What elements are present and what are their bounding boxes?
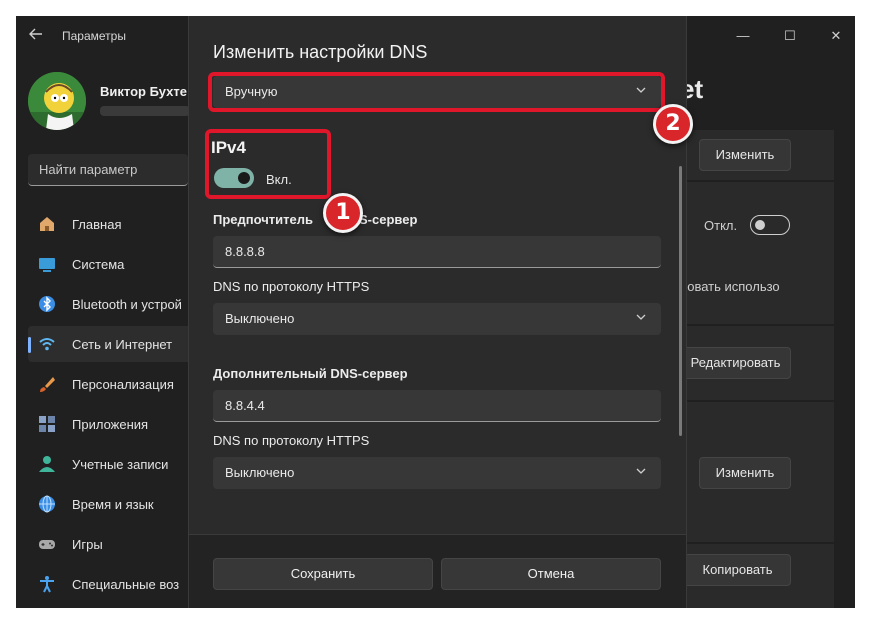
https-label-preferred: DNS по протоколу HTTPS [213,279,370,294]
edit-button[interactable]: Редактировать [680,347,791,379]
sidebar-item-gaming[interactable]: Игры [28,526,200,562]
mode-select-highlight-box [208,72,665,112]
preferred-dns-value: 8.8.8.8 [225,244,265,259]
sidebar-item-personalization[interactable]: Персонализация [28,366,200,402]
app-title: Параметры [62,29,126,43]
https-label-alternate: DNS по протоколу HTTPS [213,433,370,448]
chevron-down-icon [635,310,647,327]
step-badge-2: 2 [653,104,693,144]
sidebar-item-label: Bluetooth и устрой [72,297,182,312]
sidebar-item-accounts[interactable]: Учетные записи [28,446,200,482]
https-select-alternate[interactable]: Выключено [213,457,661,489]
user-name: Виктор Бухте [100,84,187,99]
maximize-button[interactable]: ☐ [775,24,805,48]
chevron-down-icon [635,464,647,481]
change-button[interactable]: Изменить [699,139,791,171]
background-description: ровать использо [680,279,780,294]
sidebar-item-system[interactable]: Система [28,246,200,282]
sidebar-item-label: Игры [72,537,103,552]
step-badge-1: 1 [323,193,363,233]
globe-icon [39,495,55,513]
user-email-redacted [100,106,190,116]
sidebar-item-accessibility[interactable]: Специальные воз [28,566,200,602]
alternate-dns-label: Дополнительный DNS-сервер [213,366,408,381]
accessibility-icon [40,576,54,593]
alternate-dns-value: 8.8.4.4 [225,398,265,413]
select-value: Выключено [225,465,295,480]
sidebar-item-bluetooth[interactable]: Bluetooth и устрой [28,286,200,322]
brush-icon [40,377,55,392]
copy-button[interactable]: Копировать [684,554,791,586]
sidebar-item-label: Персонализация [72,377,174,392]
sidebar-item-time-language[interactable]: Время и язык [28,486,200,522]
account-icon [39,456,55,472]
cancel-button[interactable]: Отмена [441,558,661,590]
dialog-footer: Сохранить Отмена [189,534,686,608]
https-select-preferred[interactable]: Выключено [213,303,661,335]
sidebar-item-apps[interactable]: Приложения [28,406,200,442]
sidebar-item-label: Главная [72,217,122,232]
sidebar-item-network[interactable]: Сеть и Интернет [28,326,200,362]
search-placeholder: Найти параметр [39,162,138,177]
dialog-scrollbar[interactable] [679,166,682,436]
preferred-dns-label: Предпочтитель S-сервер [213,212,417,227]
ipv4-highlight-box [205,129,331,199]
bluetooth-icon [39,296,55,312]
search-input[interactable]: Найти параметр [28,154,188,186]
system-icon [39,258,55,272]
sidebar-item-label: Система [72,257,125,272]
sidebar-nav: Главная Система Bluetooth и устрой Сеть … [28,206,200,606]
sidebar-item-label: Время и язык [72,497,154,512]
toggle-state-label: Откл. [704,218,738,233]
close-button[interactable]: ✕ [821,24,851,48]
gamepad-icon [39,540,55,549]
preferred-dns-input[interactable]: 8.8.8.8 [213,236,661,268]
apps-icon [39,416,55,432]
back-arrow-icon[interactable] [28,26,48,46]
home-icon [40,217,54,231]
preferred-dns-label-end: S-сервер [359,212,418,227]
sidebar-item-label: Приложения [72,417,149,432]
background-card [680,182,834,324]
background-toggle[interactable] [750,215,790,235]
sidebar-item-home[interactable]: Главная [28,206,200,242]
minimize-button[interactable]: — [728,24,758,48]
sidebar-item-label: Сеть и Интернет [72,337,173,352]
alternate-dns-input[interactable]: 8.8.4.4 [213,390,661,422]
sidebar-item-label: Специальные воз [72,577,180,592]
wifi-icon [39,338,55,351]
change-button[interactable]: Изменить [699,457,791,489]
avatar [28,72,86,130]
save-button[interactable]: Сохранить [213,558,433,590]
select-value: Выключено [225,311,295,326]
sidebar-item-label: Учетные записи [72,457,169,472]
preferred-dns-label-start: Предпочтитель [213,212,313,227]
dialog-title: Изменить настройки DNS [213,42,428,62]
